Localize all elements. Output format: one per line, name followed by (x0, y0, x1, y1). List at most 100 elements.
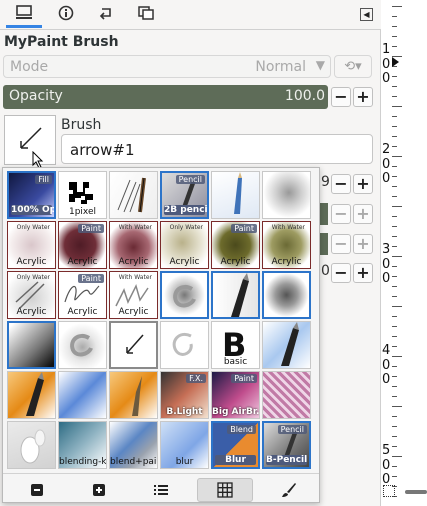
ruler-label: 0 (382, 257, 391, 272)
brush-cell[interactable] (160, 321, 209, 369)
brush-settings-icon (15, 4, 33, 24)
tab-info[interactable] (48, 2, 84, 28)
brush-cell[interactable] (262, 321, 311, 369)
setting-increase-button[interactable]: + (353, 204, 373, 224)
brush-caption: Blur (215, 455, 256, 465)
ruler-label: 0 (382, 372, 391, 387)
chevron-down-icon: ▼ (315, 58, 325, 72)
brush-preview-button[interactable] (4, 115, 56, 165)
grid-view-button[interactable] (197, 478, 253, 502)
brush-category-tag: Only Water (169, 224, 203, 231)
tab-undo-history[interactable] (88, 2, 124, 28)
brush-cell[interactable] (58, 371, 107, 419)
brush-cell[interactable]: blur (160, 421, 209, 469)
ruler-tick (392, 336, 397, 337)
setting-decrease-button[interactable]: − (331, 204, 351, 224)
brush-cell[interactable]: Paint Big AirBr. (211, 371, 260, 419)
brush-cell[interactable]: Blend Blur (211, 421, 260, 469)
list-view-icon (154, 485, 168, 495)
setting-decrease-button[interactable]: − (331, 263, 351, 283)
hidden-setting-value: 0 (321, 263, 330, 279)
brush-cell[interactable] (109, 371, 158, 419)
ruler-tick (392, 476, 397, 477)
opacity-increase-button[interactable]: + (353, 87, 373, 107)
brush-category-tag: With Water (118, 224, 152, 231)
ruler-tick (392, 146, 397, 147)
collapse-panel-button[interactable]: ◀ (360, 8, 373, 21)
brush-cell[interactable] (262, 371, 311, 419)
brush-name-field[interactable]: arrow#1 (61, 134, 373, 164)
brush-caption: 1pixel (68, 207, 97, 217)
brush-cell[interactable] (160, 271, 209, 319)
brush-cell[interactable] (109, 171, 158, 219)
brush-cell[interactable] (7, 371, 56, 419)
reset-icon: ⟲▾ (344, 59, 362, 74)
edit-brush-button[interactable] (261, 478, 317, 502)
brush-caption: Big AirBr. (212, 407, 260, 417)
brush-cell[interactable]: With Water Acrylic (262, 221, 311, 269)
ruler-tick (392, 236, 397, 237)
ruler-corner-icon[interactable] (383, 485, 395, 497)
brush-cell[interactable] (109, 321, 158, 369)
brush-cell[interactable]: Paint Acrylic (211, 221, 260, 269)
brush-cell[interactable]: F.X. B.Light (160, 371, 209, 419)
brush-cell[interactable]: With Water Acrylic (109, 221, 158, 269)
brush-category-tag: Blend (227, 425, 256, 434)
tab-brush-settings[interactable] (6, 2, 42, 28)
zoom-in-button[interactable] (71, 478, 127, 502)
setting-decrease-button[interactable]: − (331, 234, 351, 254)
brush-cell[interactable]: Pencil B-Pencil (262, 421, 311, 469)
ruler-tick (392, 426, 397, 427)
brush-cell[interactable] (262, 171, 311, 219)
opacity-slider[interactable]: Opacity 100.0 (3, 85, 328, 109)
brush-caption: B-Pencil (266, 455, 308, 465)
brush-cell[interactable]: Only Water Acrylic (7, 271, 56, 319)
brush-cell[interactable]: Only Water Acrylic (160, 221, 209, 269)
canvas-ruler: 100200300400500 (381, 0, 427, 506)
brush-cell[interactable] (58, 321, 107, 369)
brush-cell[interactable]: Bbasic (211, 321, 260, 369)
ruler-tick (392, 246, 397, 247)
zoom-out-button[interactable] (9, 478, 65, 502)
brush-cell[interactable] (7, 421, 56, 469)
layers-icon (137, 5, 155, 25)
brush-cell[interactable]: Paint Acrylic (58, 271, 107, 319)
brush-caption: blend+paint (110, 457, 157, 467)
brush-cell[interactable]: blend+paint (109, 421, 158, 469)
brush-cell[interactable]: With Water Acrylic (109, 271, 158, 319)
brush-cell[interactable]: Paint Acrylic (58, 221, 107, 269)
tab-layers[interactable] (128, 2, 164, 28)
brush-cell[interactable] (262, 271, 311, 319)
ruler-label: 0 (382, 171, 391, 186)
brush-cell[interactable]: Fill 100% Op. (7, 171, 56, 219)
mode-dropdown[interactable]: Mode Normal ▼ (3, 55, 331, 78)
mode-reset-button[interactable]: ⟲▾ (334, 55, 372, 78)
opacity-label: Opacity (9, 88, 63, 104)
brush-cell[interactable]: blending-knife (58, 421, 107, 469)
brush-cell[interactable]: 1pixel (58, 171, 107, 219)
setting-increase-button[interactable]: + (353, 174, 373, 194)
setting-increase-button[interactable]: + (353, 263, 373, 283)
ruler-label: 2 (382, 142, 391, 157)
brush-cell[interactable]: Only Water Acrylic (7, 221, 56, 269)
brush-category-tag: Pencil (277, 425, 307, 434)
ruler-tick (392, 436, 397, 437)
ruler-tick (392, 296, 397, 297)
hidden-slider-fill (320, 233, 328, 255)
list-view-button[interactable] (133, 478, 189, 502)
brush-cell[interactable] (7, 321, 56, 369)
opacity-decrease-button[interactable]: − (331, 87, 351, 107)
undo-history-icon (97, 5, 115, 25)
brush-cell[interactable] (211, 271, 260, 319)
setting-increase-button[interactable]: + (353, 234, 373, 254)
panel-title: MyPaint Brush (4, 34, 119, 50)
brush-cell[interactable]: Pencil 2B pencil (160, 171, 209, 219)
ruler-tick (392, 166, 397, 167)
setting-decrease-button[interactable]: − (331, 174, 351, 194)
horizontal-scrollbar[interactable] (405, 490, 427, 494)
ruler-tick (392, 186, 397, 187)
ruler-label: 0 (382, 358, 391, 373)
ruler-tick (392, 196, 397, 197)
brush-cell[interactable] (211, 171, 260, 219)
brush-caption: Acrylic (220, 257, 251, 267)
